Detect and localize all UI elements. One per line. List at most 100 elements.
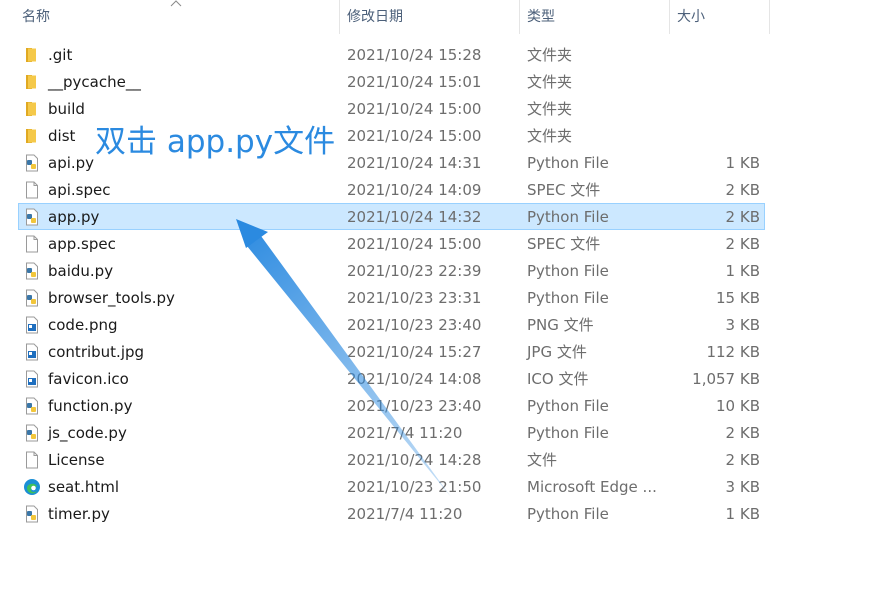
column-header-name[interactable]: 名称 bbox=[14, 0, 340, 34]
file-name: code.png bbox=[48, 316, 118, 334]
file-size: 2 KB bbox=[725, 235, 760, 253]
blank-file-icon bbox=[23, 451, 41, 469]
file-modified-date: 2021/10/24 14:08 bbox=[347, 370, 482, 388]
file-row[interactable]: baidu.py 2021/10/23 22:39 Python File 1 KB bbox=[18, 257, 765, 284]
folder-icon bbox=[23, 73, 41, 91]
file-row[interactable]: function.py 2021/10/23 23:40 Python File 10… bbox=[18, 392, 765, 419]
file-type: Python File bbox=[527, 505, 609, 523]
file-modified-date: 2021/10/24 15:00 bbox=[347, 100, 482, 118]
file-type: 文件 bbox=[527, 451, 558, 469]
file-type: PNG 文件 bbox=[527, 316, 594, 334]
annotation-text: 双击 app.py文件 bbox=[95, 124, 336, 160]
image-file-icon bbox=[23, 343, 41, 361]
file-name: seat.html bbox=[48, 478, 120, 496]
file-size: 10 KB bbox=[716, 397, 760, 415]
python-file-icon bbox=[23, 505, 41, 523]
file-name: app.py bbox=[48, 208, 100, 226]
file-size: 3 KB bbox=[725, 478, 760, 496]
file-row[interactable]: timer.py 2021/7/4 11:20 Python File 1 KB bbox=[18, 500, 765, 527]
file-type: Python File bbox=[527, 397, 609, 415]
folder-icon bbox=[23, 46, 41, 64]
file-modified-date: 2021/7/4 11:20 bbox=[347, 424, 463, 442]
file-type: ICO 文件 bbox=[527, 370, 589, 388]
file-modified-date: 2021/10/24 14:09 bbox=[347, 181, 482, 199]
folder-icon bbox=[23, 100, 41, 118]
file-modified-date: 2021/10/23 23:31 bbox=[347, 289, 482, 307]
python-file-icon bbox=[23, 289, 41, 307]
python-file-icon bbox=[23, 262, 41, 280]
file-type: Python File bbox=[527, 289, 609, 307]
file-modified-date: 2021/10/24 15:27 bbox=[347, 343, 482, 361]
file-size: 1 KB bbox=[725, 505, 760, 523]
file-name: __pycache__ bbox=[48, 73, 141, 91]
file-type: 文件夹 bbox=[527, 100, 573, 118]
file-name: .git bbox=[48, 46, 73, 64]
file-modified-date: 2021/7/4 11:20 bbox=[347, 505, 463, 523]
file-modified-date: 2021/10/24 15:28 bbox=[347, 46, 482, 64]
python-file-icon bbox=[23, 154, 41, 172]
file-type: 文件夹 bbox=[527, 127, 573, 145]
file-size: 2 KB bbox=[725, 424, 760, 442]
file-size: 112 KB bbox=[706, 343, 760, 361]
file-modified-date: 2021/10/24 15:00 bbox=[347, 235, 482, 253]
file-modified-date: 2021/10/23 23:40 bbox=[347, 316, 482, 334]
file-modified-date: 2021/10/24 14:32 bbox=[347, 208, 482, 226]
file-type: Python File bbox=[527, 154, 609, 172]
python-file-icon bbox=[23, 424, 41, 442]
python-file-icon bbox=[23, 208, 41, 226]
file-size: 1 KB bbox=[725, 262, 760, 280]
file-row[interactable]: app.spec 2021/10/24 15:00 SPEC 文件 2 KB bbox=[18, 230, 765, 257]
file-type: 文件夹 bbox=[527, 73, 573, 91]
file-name: contribut.jpg bbox=[48, 343, 145, 361]
python-file-icon bbox=[23, 397, 41, 415]
file-row[interactable]: api.spec 2021/10/24 14:09 SPEC 文件 2 KB bbox=[18, 176, 765, 203]
file-name: api.py bbox=[48, 154, 95, 172]
file-name: favicon.ico bbox=[48, 370, 129, 388]
file-row[interactable]: app.py 2021/10/24 14:32 Python File 2 KB bbox=[18, 203, 765, 230]
edge-icon bbox=[23, 478, 41, 496]
file-modified-date: 2021/10/24 14:28 bbox=[347, 451, 482, 469]
file-type: SPEC 文件 bbox=[527, 181, 601, 199]
file-row[interactable]: browser_tools.py 2021/10/23 23:31 Python F… bbox=[18, 284, 765, 311]
file-row[interactable]: contribut.jpg 2021/10/24 15:27 JPG 文件 112 K… bbox=[18, 338, 765, 365]
file-type: Microsoft Edge ... bbox=[527, 478, 657, 496]
file-type: SPEC 文件 bbox=[527, 235, 601, 253]
file-modified-date: 2021/10/24 15:01 bbox=[347, 73, 482, 91]
file-size: 2 KB bbox=[725, 208, 760, 226]
file-type: JPG 文件 bbox=[527, 343, 587, 361]
file-size: 1 KB bbox=[725, 154, 760, 172]
blank-file-icon bbox=[23, 235, 41, 253]
file-name: dist bbox=[48, 127, 76, 145]
file-modified-date: 2021/10/23 23:40 bbox=[347, 397, 482, 415]
file-row[interactable]: __pycache__ 2021/10/24 15:01 文件夹 bbox=[18, 68, 765, 95]
file-row[interactable]: seat.html 2021/10/23 21:50 Microsoft Edge … bbox=[18, 473, 765, 500]
file-name: timer.py bbox=[48, 505, 110, 523]
column-divider[interactable] bbox=[769, 0, 770, 34]
file-size: 2 KB bbox=[725, 181, 760, 199]
column-header-size[interactable]: 大小 bbox=[669, 0, 769, 34]
file-type: Python File bbox=[527, 424, 609, 442]
file-size: 2 KB bbox=[725, 451, 760, 469]
file-name: app.spec bbox=[48, 235, 116, 253]
file-type: Python File bbox=[527, 262, 609, 280]
file-row[interactable]: code.png 2021/10/23 23:40 PNG 文件 3 KB bbox=[18, 311, 765, 338]
file-name: baidu.py bbox=[48, 262, 114, 280]
blank-file-icon bbox=[23, 181, 41, 199]
file-modified-date: 2021/10/24 15:00 bbox=[347, 127, 482, 145]
file-type: Python File bbox=[527, 208, 609, 226]
column-header-type[interactable]: 类型 bbox=[519, 0, 669, 34]
file-row[interactable]: favicon.ico 2021/10/24 14:08 ICO 文件 1,057 K… bbox=[18, 365, 765, 392]
file-size: 3 KB bbox=[725, 316, 760, 334]
file-size: 1,057 KB bbox=[692, 370, 760, 388]
image-file-icon bbox=[23, 370, 41, 388]
file-row[interactable]: License 2021/10/24 14:28 文件 2 KB bbox=[18, 446, 765, 473]
column-header-date[interactable]: 修改日期 bbox=[339, 0, 519, 34]
column-header-bar: 名称 修改日期 类型 大小 bbox=[0, 0, 879, 34]
file-row[interactable]: .git 2021/10/24 15:28 文件夹 bbox=[18, 41, 765, 68]
file-name: api.spec bbox=[48, 181, 111, 199]
image-file-icon bbox=[23, 316, 41, 334]
file-name: License bbox=[48, 451, 105, 469]
folder-icon bbox=[23, 127, 41, 145]
file-row[interactable]: js_code.py 2021/7/4 11:20 Python File 2 KB bbox=[18, 419, 765, 446]
file-size: 15 KB bbox=[716, 289, 760, 307]
